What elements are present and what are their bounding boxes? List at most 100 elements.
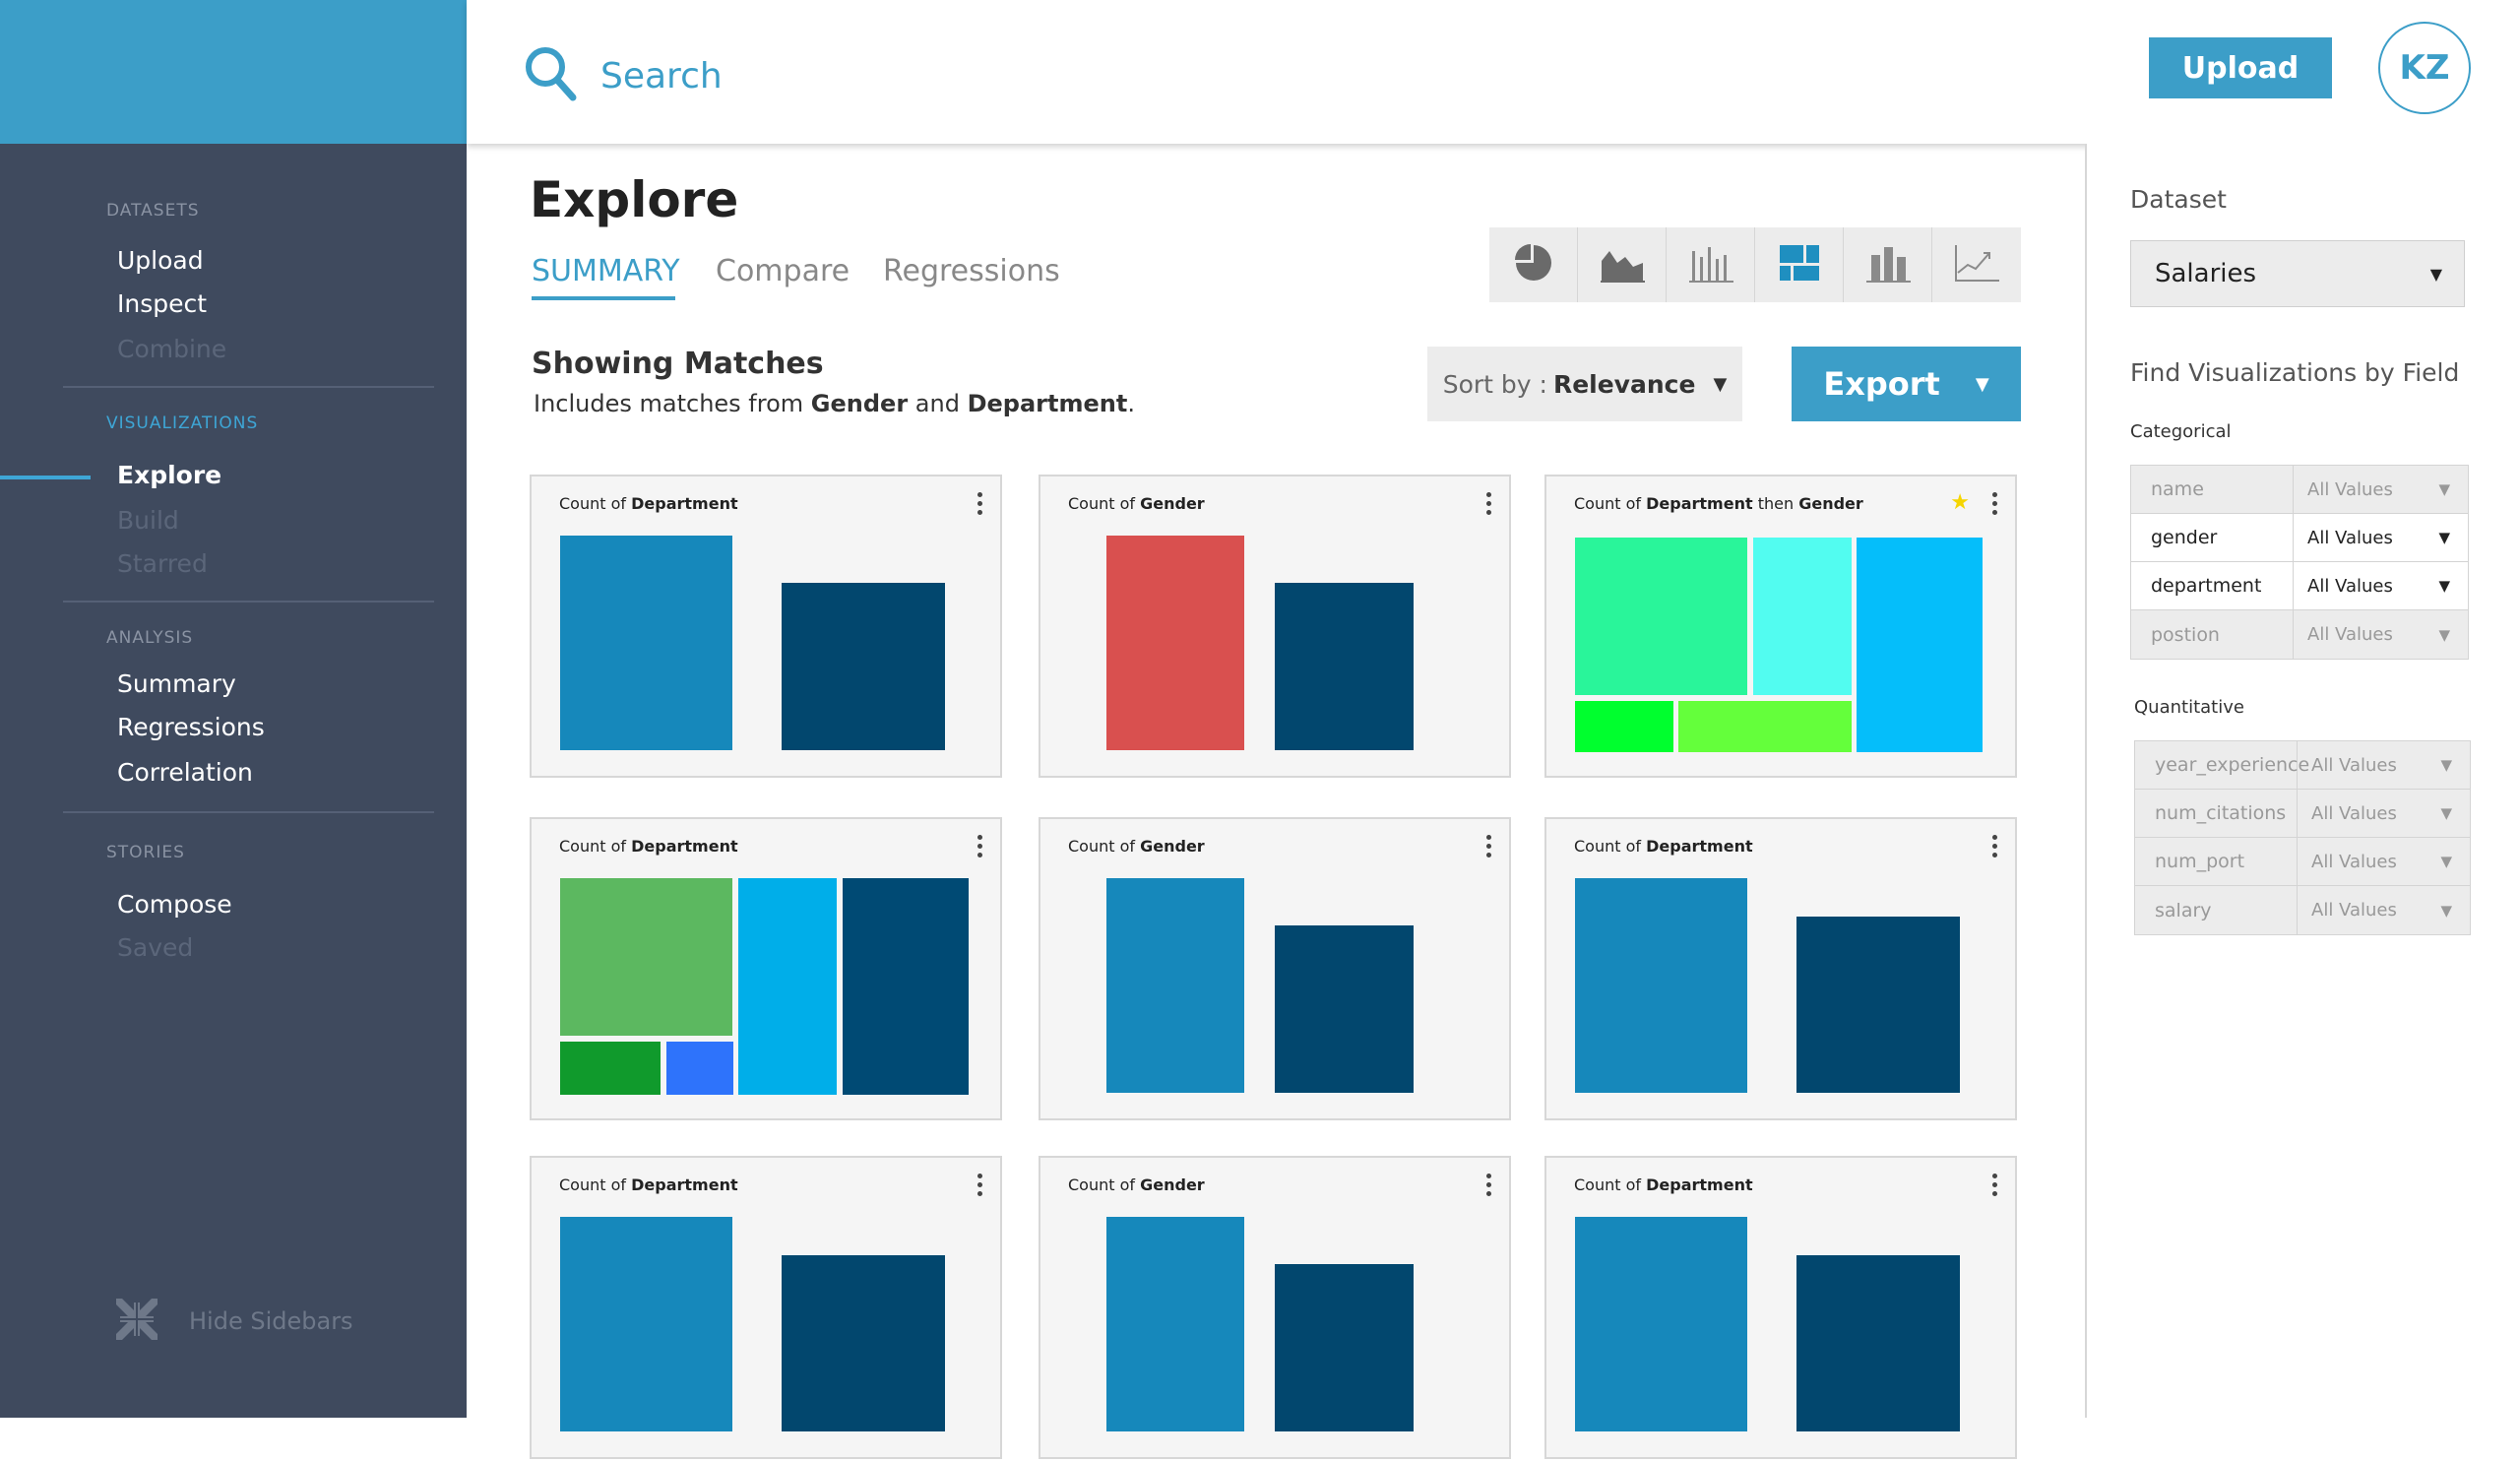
- visualization-card[interactable]: Count of Gender: [1039, 817, 1511, 1120]
- field-filter-row[interactable]: name All Values ▼: [2131, 466, 2468, 514]
- nav-item-saved[interactable]: Saved: [117, 933, 193, 962]
- tab-regressions[interactable]: Regressions: [883, 254, 1060, 288]
- area-chart-icon: [1600, 243, 1645, 286]
- card-title: Count of Department: [1574, 1175, 1753, 1194]
- viz-type-column-button[interactable]: [1844, 227, 1932, 302]
- more-options-icon[interactable]: [1987, 833, 2001, 862]
- field-value-select[interactable]: All Values ▼: [2294, 466, 2468, 513]
- card-title: Count of Gender: [1068, 837, 1205, 856]
- card-title: Count of Gender: [1068, 494, 1205, 513]
- field-value-select[interactable]: All Values ▼: [2298, 838, 2470, 885]
- tab-compare[interactable]: Compare: [716, 254, 850, 288]
- treemap-cell: [1575, 701, 1673, 752]
- star-icon[interactable]: ★: [1950, 490, 1970, 515]
- field-name: gender: [2131, 514, 2294, 561]
- nav-heading-stories: STORIES: [106, 843, 185, 862]
- bar: [1275, 583, 1414, 750]
- search-icon[interactable]: [524, 45, 577, 106]
- nav-item-inspect[interactable]: Inspect: [117, 289, 207, 318]
- card-chart: [560, 878, 969, 1095]
- field-value-select[interactable]: All Values ▼: [2294, 514, 2468, 561]
- more-options-icon[interactable]: [1481, 833, 1495, 862]
- matches-suffix: .: [1127, 390, 1135, 417]
- treemap-cell: [1857, 538, 1983, 752]
- visualization-card[interactable]: Count of Department: [1544, 1156, 2017, 1459]
- nav-item-combine[interactable]: Combine: [117, 335, 226, 363]
- viz-type-bar-button[interactable]: [1667, 227, 1755, 302]
- visualization-card[interactable]: Count of Department: [1544, 817, 2017, 1120]
- more-options-icon[interactable]: [1987, 490, 2001, 520]
- more-options-icon[interactable]: [1987, 1172, 2001, 1201]
- viz-type-treemap-button[interactable]: [1755, 227, 1844, 302]
- card-chart: [1106, 878, 1414, 1093]
- nav-item-compose[interactable]: Compose: [117, 890, 232, 919]
- nav-item-starred[interactable]: Starred: [117, 549, 208, 578]
- field-value-select[interactable]: All Values ▼: [2294, 610, 2468, 659]
- field-value-select[interactable]: All Values ▼: [2298, 790, 2470, 837]
- dataset-select[interactable]: Salaries ▼: [2130, 240, 2465, 307]
- card-title-prefix: Count of: [559, 837, 627, 856]
- nav-heading-analysis: ANALYSIS: [106, 628, 194, 648]
- nav-divider: [63, 811, 434, 813]
- more-options-icon[interactable]: [973, 833, 986, 862]
- nav-divider: [63, 601, 434, 603]
- search-input[interactable]: [598, 47, 1095, 104]
- tab-summary[interactable]: SUMMARY: [532, 254, 680, 288]
- field-value-select[interactable]: All Values ▼: [2298, 741, 2470, 789]
- treemap-cell: [666, 1042, 733, 1095]
- card-title-prefix: Count of: [1574, 494, 1642, 513]
- field-filter-row[interactable]: department All Values ▼: [2131, 562, 2468, 610]
- card-title-prefix: Count of: [559, 1175, 627, 1194]
- bar: [1275, 925, 1414, 1093]
- left-sidebar: DATASETS Upload Inspect Combine VISUALIZ…: [0, 144, 467, 1418]
- more-options-icon[interactable]: [973, 1172, 986, 1201]
- user-avatar[interactable]: KZ: [2378, 22, 2471, 114]
- field-filter-row[interactable]: num_citations All Values ▼: [2135, 790, 2470, 838]
- export-button[interactable]: Export ▼: [1792, 347, 2021, 421]
- visualization-card[interactable]: Count of Gender: [1039, 1156, 1511, 1459]
- field-name: num_port: [2135, 838, 2298, 885]
- visualization-card[interactable]: Count of Department then Gender ★: [1544, 475, 2017, 778]
- viz-type-line-button[interactable]: [1932, 227, 2021, 302]
- hide-sidebars-button[interactable]: Hide Sidebars: [114, 1294, 353, 1349]
- visualization-card[interactable]: Count of Gender: [1039, 475, 1511, 778]
- collapse-arrows-icon: [114, 1297, 159, 1346]
- line-chart-icon: [1954, 243, 1999, 286]
- dropdown-arrow-icon: ▼: [2438, 625, 2450, 644]
- field-name: department: [2131, 562, 2294, 609]
- nav-item-explore[interactable]: Explore: [117, 461, 221, 489]
- card-title-field: Department: [1646, 837, 1753, 856]
- upload-button[interactable]: Upload: [2149, 37, 2332, 98]
- treemap-cell: [560, 878, 732, 1036]
- field-value-select[interactable]: All Values ▼: [2294, 562, 2468, 609]
- nav-item-regressions[interactable]: Regressions: [117, 713, 265, 741]
- viz-type-area-button[interactable]: [1578, 227, 1667, 302]
- field-filter-row[interactable]: year_experience All Values ▼: [2135, 741, 2470, 790]
- more-options-icon[interactable]: [1481, 490, 1495, 520]
- matches-prefix: Includes matches from: [534, 390, 804, 417]
- viz-type-pie-button[interactable]: [1489, 227, 1578, 302]
- field-filter-row[interactable]: salary All Values ▼: [2135, 886, 2470, 934]
- visualization-card[interactable]: Count of Department: [530, 1156, 1002, 1459]
- nav-item-upload[interactable]: Upload: [117, 246, 204, 275]
- field-value-select[interactable]: All Values ▼: [2298, 886, 2470, 934]
- visualization-card[interactable]: Count of Department: [530, 817, 1002, 1120]
- hide-sidebars-label: Hide Sidebars: [189, 1307, 353, 1335]
- bar: [1106, 878, 1244, 1093]
- sort-dropdown[interactable]: Sort by : Relevance ▼: [1427, 347, 1742, 421]
- dataset-value: Salaries: [2155, 259, 2257, 288]
- dropdown-arrow-icon: ▼: [2438, 529, 2450, 546]
- more-options-icon[interactable]: [1481, 1172, 1495, 1201]
- field-filter-row[interactable]: num_port All Values ▼: [2135, 838, 2470, 886]
- dropdown-arrow-icon: ▼: [2429, 264, 2442, 284]
- card-title-field: Gender: [1798, 494, 1863, 513]
- field-name: num_citations: [2135, 790, 2298, 837]
- nav-item-correlation[interactable]: Correlation: [117, 758, 253, 787]
- field-filter-row[interactable]: gender All Values ▼: [2131, 514, 2468, 562]
- card-chart: [560, 536, 945, 750]
- field-filter-row[interactable]: postion All Values ▼: [2131, 610, 2468, 659]
- more-options-icon[interactable]: [973, 490, 986, 520]
- nav-item-build[interactable]: Build: [117, 506, 179, 535]
- nav-item-summary[interactable]: Summary: [117, 669, 236, 698]
- visualization-card[interactable]: Count of Department: [530, 475, 1002, 778]
